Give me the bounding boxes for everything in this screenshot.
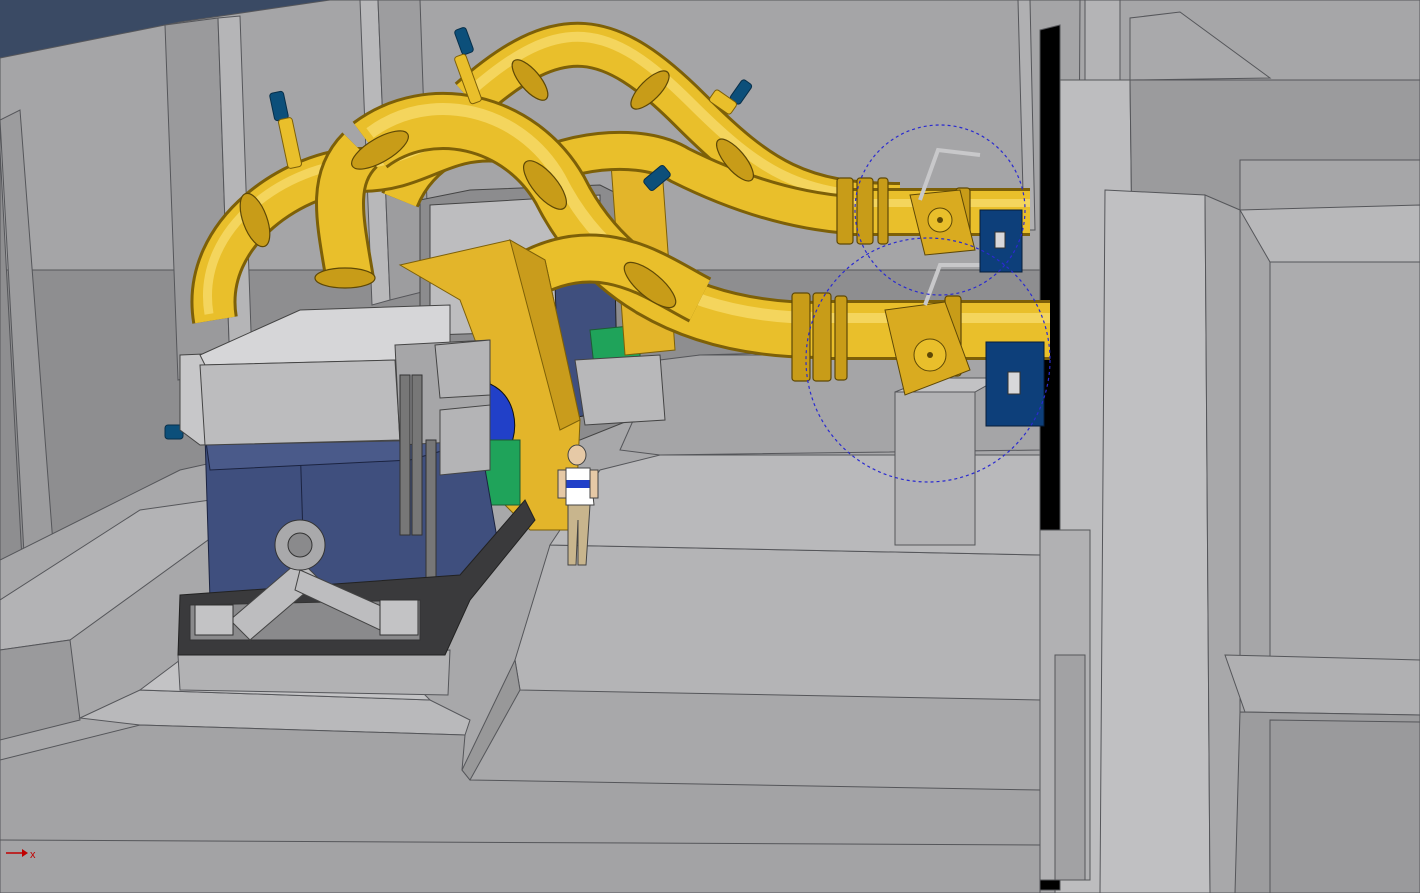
- right-walls[interactable]: [1039, 0, 1420, 893]
- x-axis-label: x: [30, 849, 36, 861]
- axis-arrow-icon: [6, 849, 28, 857]
- axis-triad-icon: x: [4, 843, 44, 863]
- 3d-viewport[interactable]: x: [0, 0, 1420, 893]
- scene-canvas[interactable]: [0, 0, 1420, 893]
